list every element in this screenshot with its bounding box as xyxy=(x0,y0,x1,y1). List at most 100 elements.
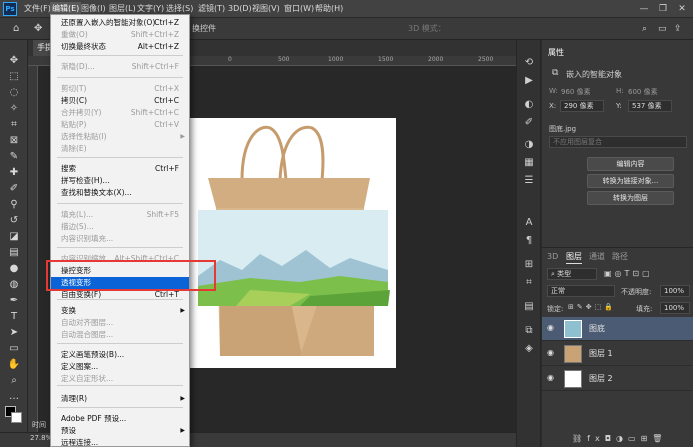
edit-menu-item[interactable]: 粘贴(P) Ctrl+V xyxy=(51,119,189,131)
menu-filter[interactable]: 滤镜(T) xyxy=(196,2,227,16)
edit-menu-item[interactable]: 切换最终状态 Alt+Ctrl+Z xyxy=(51,41,189,53)
layer-row[interactable]: ◉ 图层 2 xyxy=(542,367,693,391)
tab-channels[interactable]: 通道 xyxy=(589,250,605,264)
convert-to-layers-button[interactable]: 转换为图层 xyxy=(587,191,674,205)
edit-menu-item[interactable]: 重做(O) Shift+Ctrl+Z xyxy=(51,29,189,41)
clone-stamp-tool-icon[interactable]: ⚲ xyxy=(6,198,22,212)
rectangle-tool-icon[interactable]: ▭ xyxy=(6,342,22,356)
eyedropper-tool-icon[interactable]: ✎ xyxy=(6,150,22,164)
search-icon[interactable]: ⌕ xyxy=(642,22,647,36)
magic-wand-tool-icon[interactable]: ✧ xyxy=(6,102,22,116)
edit-menu-item[interactable]: 定义自定形状... xyxy=(51,373,189,385)
hand-tool-icon[interactable]: ✋ xyxy=(6,358,22,372)
layers-icon[interactable]: ⧉ xyxy=(522,324,536,338)
edit-menu-item[interactable]: 还原置入嵌入的智能对象(O) Ctrl+Z xyxy=(51,17,189,29)
edit-menu-item[interactable]: 选择性粘贴(I) ▶ xyxy=(51,131,189,143)
eraser-tool-icon[interactable]: ◪ xyxy=(6,230,22,244)
color-wheel-icon[interactable]: ◑ xyxy=(522,138,536,152)
path-selection-tool-icon[interactable]: ➤ xyxy=(6,326,22,340)
layer-filter-icons[interactable]: ▣◎T⊡▢ xyxy=(604,269,653,278)
zoom-level[interactable]: 27.8% xyxy=(30,434,52,442)
edit-menu-item[interactable]: 描边(S)... xyxy=(51,221,189,233)
type-tool-icon[interactable]: T xyxy=(6,310,22,324)
sliders-icon[interactable]: ☰ xyxy=(522,174,536,188)
edit-menu-item[interactable]: 拼写检查(H)... xyxy=(51,175,189,187)
edit-menu-item[interactable]: 填充(L)... Shift+F5 xyxy=(51,209,189,221)
edit-menu-item[interactable]: 自动对齐图层... xyxy=(51,317,189,329)
edit-menu-item[interactable]: 清除(E) xyxy=(51,143,189,155)
width-value[interactable]: 960 像素 xyxy=(561,87,591,97)
tab-paths[interactable]: 路径 xyxy=(612,250,628,264)
properties-icon[interactable]: ▤ xyxy=(522,300,536,314)
layer-row[interactable]: ◉ 图层 1 xyxy=(542,342,693,366)
home-icon[interactable]: ⌂ xyxy=(13,22,19,36)
move-tool-icon[interactable]: ✥ xyxy=(6,54,22,68)
edit-menu-item[interactable]: Adobe PDF 预设... xyxy=(51,413,189,425)
edit-menu-item[interactable]: 搜索 Ctrl+F xyxy=(51,163,189,175)
lock-icons[interactable]: ⊞✎✥⬚🔒 xyxy=(568,303,616,311)
menu-window[interactable]: 窗口(W) xyxy=(282,2,316,16)
visibility-eye-icon[interactable]: ◉ xyxy=(547,323,554,332)
layer-name[interactable]: 图底 xyxy=(589,323,605,334)
background-color-swatch[interactable] xyxy=(11,412,22,423)
layer-footer-icons[interactable]: ⛓fx◘◑▭⊞🗑 xyxy=(572,434,667,443)
zoom-tool-icon[interactable]: ⌕ xyxy=(6,374,22,388)
edit-menu-item[interactable]: 变换 ▶ xyxy=(51,305,189,317)
restore-icon[interactable]: ❐ xyxy=(655,2,671,16)
channels-icon[interactable]: ◈ xyxy=(522,342,536,356)
document-canvas[interactable] xyxy=(190,118,396,368)
frame-tool-icon[interactable]: ⊠ xyxy=(6,134,22,148)
brush-tool-icon[interactable]: ✐ xyxy=(6,182,22,196)
character-icon[interactable]: A xyxy=(522,216,536,230)
layer-filter-select[interactable]: ⌕ 类型 xyxy=(547,268,597,280)
crop-tool-icon[interactable]: ⌗ xyxy=(6,118,22,132)
visibility-eye-icon[interactable]: ◉ xyxy=(547,373,554,382)
layer-name[interactable]: 图层 1 xyxy=(589,348,613,359)
share-icon[interactable]: ⇪ xyxy=(674,22,682,36)
menu-help[interactable]: 帮助(H) xyxy=(313,2,345,16)
healing-brush-tool-icon[interactable]: ✚ xyxy=(6,166,22,180)
more-tools-icon[interactable]: … xyxy=(6,390,22,404)
convert-to-linked-button[interactable]: 转换为链接对象... xyxy=(587,174,674,188)
edit-menu-item[interactable]: 定义画笔预设(B)... xyxy=(51,349,189,361)
crop-icon[interactable]: ⌗ xyxy=(522,276,536,290)
edit-menu-item[interactable]: 拷贝(C) Ctrl+C xyxy=(51,95,189,107)
blend-mode-select[interactable]: 正常 xyxy=(547,285,615,297)
edit-menu-item[interactable]: 远程连接... xyxy=(51,437,189,446)
swatches-icon[interactable]: ▦ xyxy=(522,156,536,170)
move-tool-icon[interactable]: ✥ xyxy=(34,22,42,36)
play-actions-icon[interactable]: ▶ xyxy=(522,74,536,88)
dodge-tool-icon[interactable]: ◍ xyxy=(6,278,22,292)
height-value[interactable]: 600 像素 xyxy=(628,87,658,97)
history-brush-tool-icon[interactable]: ↺ xyxy=(6,214,22,228)
edit-contents-button[interactable]: 编辑内容 xyxy=(587,157,674,171)
timeline-label[interactable]: 时间 xyxy=(32,420,46,430)
history-icon[interactable]: ⟲ xyxy=(522,56,536,70)
close-icon[interactable]: ✕ xyxy=(674,2,690,16)
visibility-eye-icon[interactable]: ◉ xyxy=(547,348,554,357)
layer-comp-select[interactable]: 不应用图层复合 xyxy=(549,136,687,148)
edit-menu-item[interactable]: 预设 ▶ xyxy=(51,425,189,437)
edit-menu-item[interactable]: 清理(R) ▶ xyxy=(51,393,189,405)
transform-icon[interactable]: ⊞ xyxy=(522,258,536,272)
transform-controls-label[interactable]: 换控件 xyxy=(192,22,216,36)
brush-settings-icon[interactable]: ✐ xyxy=(522,116,536,130)
tab-layers[interactable]: 图层 xyxy=(566,250,582,264)
edit-menu-item[interactable]: 渐隐(D)... Shift+Ctrl+F xyxy=(51,61,189,73)
layer-name[interactable]: 图层 2 xyxy=(589,373,613,384)
opacity-input[interactable]: 100% xyxy=(660,285,690,297)
layer-row[interactable]: ◉ 图底 xyxy=(542,317,693,341)
menu-file[interactable]: 文件(F) xyxy=(22,2,53,16)
tab-3d[interactable]: 3D xyxy=(547,250,558,264)
lasso-tool-icon[interactable]: ◌ xyxy=(6,86,22,100)
edit-menu-item[interactable]: 查找和替换文本(X)... xyxy=(51,187,189,199)
edit-menu-item[interactable]: 剪切(T) Ctrl+X xyxy=(51,83,189,95)
menu-view[interactable]: 视图(V) xyxy=(250,2,282,16)
edit-menu-item[interactable]: 定义图案... xyxy=(51,361,189,373)
minimize-icon[interactable]: — xyxy=(636,2,652,16)
gradient-tool-icon[interactable]: ▤ xyxy=(6,246,22,260)
edit-menu-item[interactable]: 合并拷贝(Y) Shift+Ctrl+C xyxy=(51,107,189,119)
y-input[interactable]: 537 像素 xyxy=(628,100,672,112)
properties-title[interactable]: 属性 xyxy=(548,46,564,60)
x-input[interactable]: 290 像素 xyxy=(560,100,604,112)
